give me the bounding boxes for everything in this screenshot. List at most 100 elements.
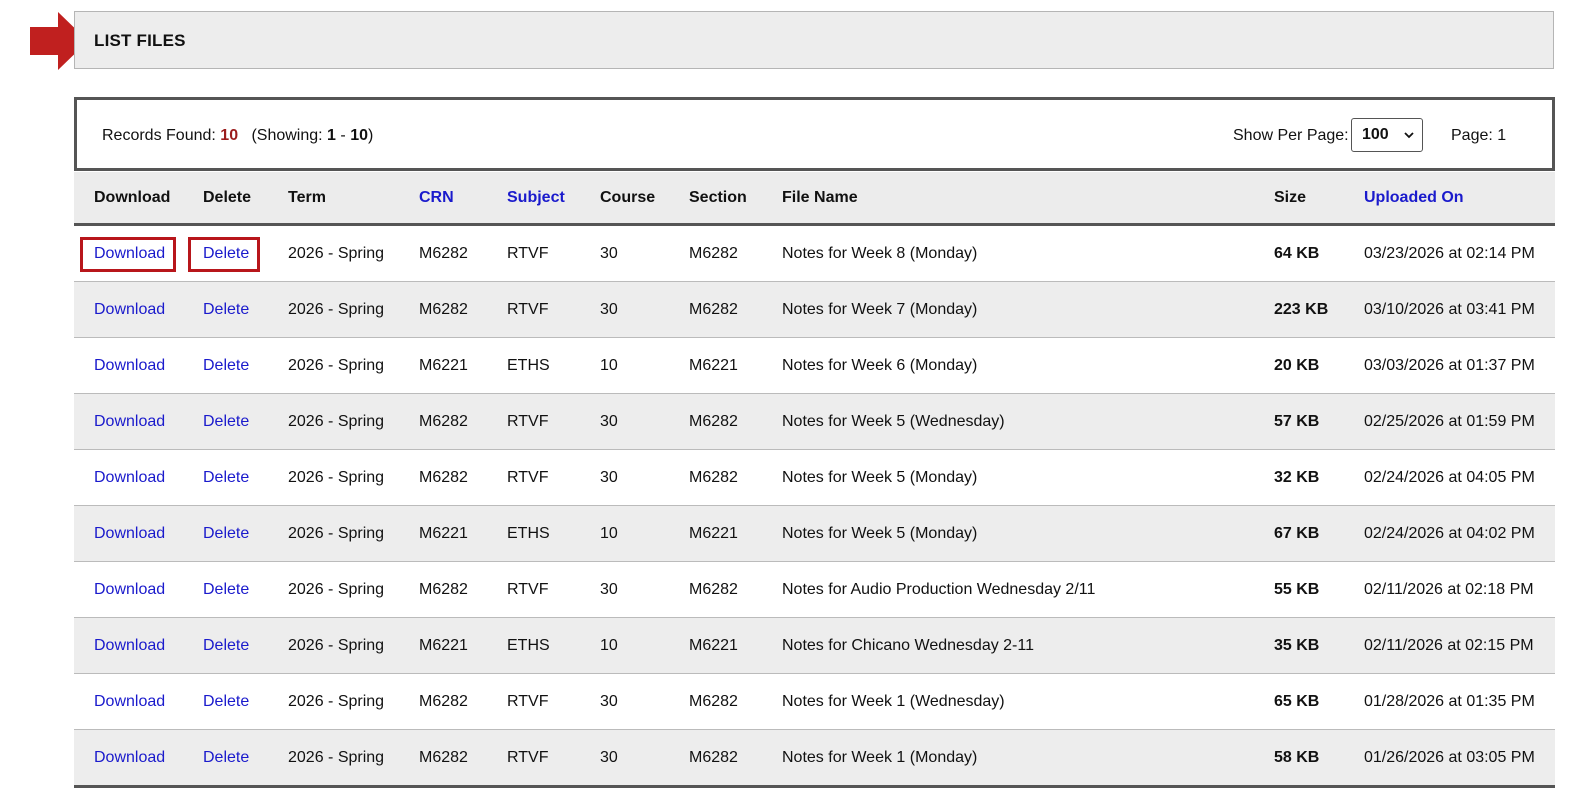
delete-link[interactable]: Delete (203, 226, 249, 281)
header-crn-sort-link[interactable]: CRN (419, 172, 454, 223)
crn-cell: M6282 (419, 301, 468, 318)
download-link[interactable]: Download (94, 730, 165, 785)
section-cell: M6282 (689, 245, 738, 262)
subject-cell: ETHS (507, 525, 550, 542)
download-link[interactable]: Download (94, 450, 165, 505)
delete-link[interactable]: Delete (203, 450, 249, 505)
table-row: Download Delete 2026 - Spring M6282 RTVF 30 M6… (74, 674, 1555, 730)
course-cell: 30 (600, 749, 618, 766)
course-cell: 10 (600, 637, 618, 654)
page-title: LIST FILES (94, 31, 186, 50)
delete-link[interactable]: Delete (203, 282, 249, 337)
delete-link[interactable]: Delete (203, 674, 249, 729)
download-link[interactable]: Download (94, 506, 165, 561)
table-row: Download Delete 2026 - Spring M6282 RTVF 30 M6… (74, 226, 1555, 282)
uploaded-on-cell: 02/25/2026 at 01:59 PM (1364, 413, 1535, 430)
crn-cell: M6282 (419, 749, 468, 766)
crn-cell: M6221 (419, 637, 468, 654)
header-size: Size (1274, 189, 1307, 206)
records-summary-panel: Records Found: 10 (Showing: 1 - 10) Show… (74, 97, 1555, 171)
term-cell: 2026 - Spring (288, 693, 385, 710)
header-subject-sort-link[interactable]: Subject (507, 172, 565, 223)
size-cell: 32 KB (1274, 469, 1320, 486)
size-cell: 55 KB (1274, 581, 1320, 598)
delete-link[interactable]: Delete (203, 506, 249, 561)
section-cell: M6221 (689, 525, 738, 542)
records-label: Records Found: (102, 127, 216, 144)
course-cell: 30 (600, 245, 618, 262)
section-cell: M6221 (689, 357, 738, 374)
download-link[interactable]: Download (94, 618, 165, 673)
table-row: Download Delete 2026 - Spring M6221 ETHS 10 M6… (74, 506, 1555, 562)
subject-cell: RTVF (507, 245, 549, 262)
per-page-value: 100 (1362, 126, 1389, 143)
subject-cell: RTVF (507, 413, 549, 430)
table-row: Download Delete 2026 - Spring M6282 RTVF 30 M6… (74, 562, 1555, 618)
crn-cell: M6282 (419, 469, 468, 486)
subject-cell: RTVF (507, 693, 549, 710)
size-cell: 58 KB (1274, 749, 1320, 766)
per-page-select[interactable]: 100 (1351, 118, 1423, 152)
crn-cell: M6282 (419, 581, 468, 598)
crn-cell: M6221 (419, 357, 468, 374)
section-cell: M6282 (689, 413, 738, 430)
term-cell: 2026 - Spring (288, 637, 385, 654)
table-row: Download Delete 2026 - Spring M6221 ETHS 10 M6… (74, 338, 1555, 394)
file-name-cell: Notes for Week 1 (Wednesday) (782, 693, 1005, 710)
file-name-cell: Notes for Week 6 (Monday) (782, 357, 978, 374)
table-row: Download Delete 2026 - Spring M6221 ETHS 10 M6… (74, 618, 1555, 674)
size-cell: 64 KB (1274, 245, 1320, 262)
file-name-cell: Notes for Audio Production Wednesday 2/1… (782, 581, 1096, 598)
delete-link[interactable]: Delete (203, 730, 249, 785)
chevron-down-icon (1404, 132, 1414, 139)
uploaded-on-cell: 02/11/2026 at 02:18 PM (1364, 581, 1534, 598)
download-link[interactable]: Download (94, 338, 165, 393)
per-page-label: Show Per Page: (1233, 127, 1349, 144)
header-uploaded-on-sort-link[interactable]: Uploaded On (1364, 172, 1464, 223)
file-name-cell: Notes for Chicano Wednesday 2-11 (782, 637, 1034, 654)
records-count: 10 (220, 127, 239, 144)
download-link[interactable]: Download (94, 282, 165, 337)
uploaded-on-cell: 03/10/2026 at 03:41 PM (1364, 301, 1535, 318)
showing-from: 1 (327, 127, 336, 144)
header-delete: Delete (203, 189, 252, 206)
showing-prefix: (Showing: (251, 127, 323, 144)
term-cell: 2026 - Spring (288, 245, 385, 262)
delete-link[interactable]: Delete (203, 562, 249, 617)
delete-link[interactable]: Delete (203, 618, 249, 673)
subject-cell: RTVF (507, 749, 549, 766)
file-name-cell: Notes for Week 1 (Monday) (782, 749, 978, 766)
subject-cell: ETHS (507, 637, 550, 654)
course-cell: 30 (600, 413, 618, 430)
course-cell: 30 (600, 469, 618, 486)
download-link[interactable]: Download (94, 226, 165, 281)
header-download: Download (94, 189, 171, 206)
delete-link[interactable]: Delete (203, 338, 249, 393)
course-cell: 10 (600, 357, 618, 374)
file-name-cell: Notes for Week 5 (Wednesday) (782, 413, 1005, 430)
download-link[interactable]: Download (94, 394, 165, 449)
download-link[interactable]: Download (94, 562, 165, 617)
section-cell: M6282 (689, 301, 738, 318)
crn-cell: M6221 (419, 525, 468, 542)
delete-link[interactable]: Delete (203, 394, 249, 449)
subject-cell: RTVF (507, 469, 549, 486)
uploaded-on-cell: 03/23/2026 at 02:14 PM (1364, 245, 1535, 262)
size-cell: 20 KB (1274, 357, 1320, 374)
header-course: Course (600, 189, 656, 206)
download-link[interactable]: Download (94, 674, 165, 729)
size-cell: 65 KB (1274, 693, 1320, 710)
section-cell: M6282 (689, 469, 738, 486)
uploaded-on-cell: 02/24/2026 at 04:05 PM (1364, 469, 1535, 486)
showing-to: 10 (350, 127, 368, 144)
file-name-cell: Notes for Week 7 (Monday) (782, 301, 978, 318)
term-cell: 2026 - Spring (288, 469, 385, 486)
term-cell: 2026 - Spring (288, 413, 385, 430)
table-row: Download Delete 2026 - Spring M6282 RTVF 30 M6… (74, 450, 1555, 506)
header-section: Section (689, 189, 747, 206)
course-cell: 10 (600, 525, 618, 542)
file-name-cell: Notes for Week 8 (Monday) (782, 245, 978, 262)
showing-separator: - (340, 127, 346, 144)
size-cell: 57 KB (1274, 413, 1320, 430)
term-cell: 2026 - Spring (288, 581, 385, 598)
